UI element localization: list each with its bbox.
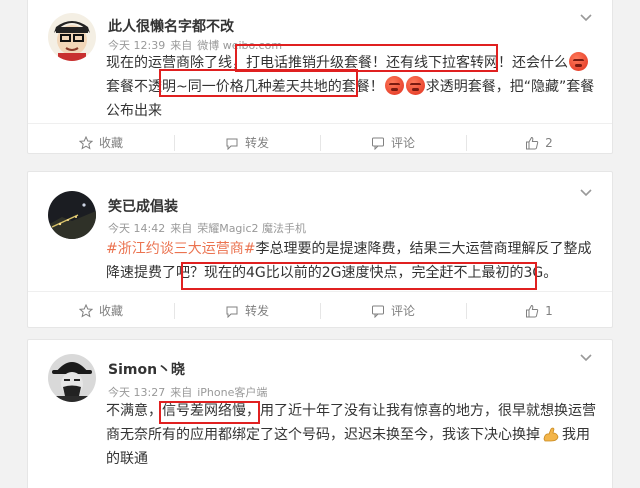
hashtag-link[interactable]: #浙江约谈三大运营商#: [106, 241, 255, 257]
thumbs-up-icon: [526, 304, 539, 317]
avatar[interactable]: [48, 354, 96, 402]
post-text: 还会什么: [512, 55, 568, 71]
comment-button[interactable]: 评论: [320, 124, 466, 153]
favorite-button[interactable]: 收藏: [28, 124, 174, 153]
source-prefix: 来自: [170, 386, 193, 399]
post-time[interactable]: 今天 13:27: [108, 386, 165, 399]
post-content: #浙江约谈三大运营商#李总理要的是提速降费，结果三大运营商理解反了整成降速提费了…: [106, 237, 601, 285]
post-text: 现在的运营商除了线: [106, 55, 232, 71]
post-card: Simon丶晓 今天 13:27 来自 iPhone客户端 不满意，信号差网络慢，用…: [27, 339, 613, 488]
comment-button[interactable]: 评论: [320, 292, 466, 327]
star-icon: [78, 303, 93, 318]
post-text: 套餐不透明~: [106, 79, 188, 95]
post-content: 不满意，信号差网络慢，用了近十年了没有让我有惊喜的地方，很早就想换运营商无奈所有…: [106, 399, 601, 471]
action-bar: 收藏 转发 评论 2: [28, 123, 612, 153]
post-card: 此人很懒名字都不改 今天 12:39 来自 微博 weibo.com 现在的运营商除…: [27, 0, 613, 154]
post-meta: 今天 13:27 来自 iPhone客户端: [108, 384, 272, 400]
comment-label: 评论: [390, 136, 415, 150]
author-name[interactable]: 此人很懒名字都不改: [108, 16, 234, 36]
like-count: 1: [545, 303, 553, 318]
avatar[interactable]: [48, 191, 96, 239]
favorite-label: 收藏: [98, 304, 123, 318]
post-source[interactable]: 荣耀Magic2 魔法手机: [197, 222, 306, 235]
post-card: 笑已成倡装 今天 14:42 来自 荣耀Magic2 魔法手机 #浙江约谈三大运营商…: [27, 171, 613, 328]
repost-icon: [226, 306, 238, 318]
repost-button[interactable]: 转发: [174, 292, 320, 327]
flexed-biceps-emoji: [543, 427, 559, 442]
repost-icon: [226, 138, 238, 150]
source-prefix: 来自: [170, 222, 193, 235]
like-count: 2: [545, 135, 553, 150]
chevron-down-icon[interactable]: [578, 9, 594, 25]
star-icon: [78, 135, 93, 150]
favorite-button[interactable]: 收藏: [28, 292, 174, 327]
angry-face-emoji: [569, 52, 588, 71]
repost-button[interactable]: 转发: [174, 124, 320, 153]
like-button[interactable]: 2: [466, 124, 612, 153]
like-button[interactable]: 1: [466, 292, 612, 327]
post-meta: 今天 14:42 来自 荣耀Magic2 魔法手机: [108, 220, 311, 236]
avatar[interactable]: [48, 13, 96, 61]
angry-face-emoji: [384, 76, 404, 95]
post-text-highlighted: 现在的4G比以前的2G速度快点，完全赶不上最初的3G。: [204, 265, 558, 281]
comment-label: 评论: [390, 304, 415, 318]
action-bar: 收藏 转发 评论 1: [28, 291, 612, 327]
post-content: 现在的运营商除了线，打电话推销升级套餐！还有线下拉客转网！还会什么套餐不透明~同…: [106, 51, 601, 123]
comment-icon: [371, 137, 384, 150]
post-time[interactable]: 今天 14:42: [108, 222, 165, 235]
repost-label: 转发: [244, 304, 269, 318]
post-text-highlighted: 同一价格几种差天共地的套餐！: [187, 79, 384, 95]
post-text-highlighted: 打电话推销升级套餐！还有线下拉客转网！: [246, 55, 512, 71]
favorite-label: 收藏: [98, 136, 123, 150]
author-name[interactable]: Simon丶晓: [108, 359, 185, 379]
angry-face-emoji: [405, 76, 425, 95]
author-name[interactable]: 笑已成倡装: [108, 196, 178, 216]
comment-icon: [371, 305, 384, 318]
repost-label: 转发: [244, 136, 269, 150]
post-text-highlighted: 信号差网络慢，: [162, 403, 260, 419]
chevron-down-icon[interactable]: [578, 349, 594, 365]
post-source[interactable]: iPhone客户端: [197, 386, 267, 399]
post-text: 不满意，: [106, 403, 162, 419]
chevron-down-icon[interactable]: [578, 184, 594, 200]
thumbs-up-icon: [526, 136, 539, 149]
